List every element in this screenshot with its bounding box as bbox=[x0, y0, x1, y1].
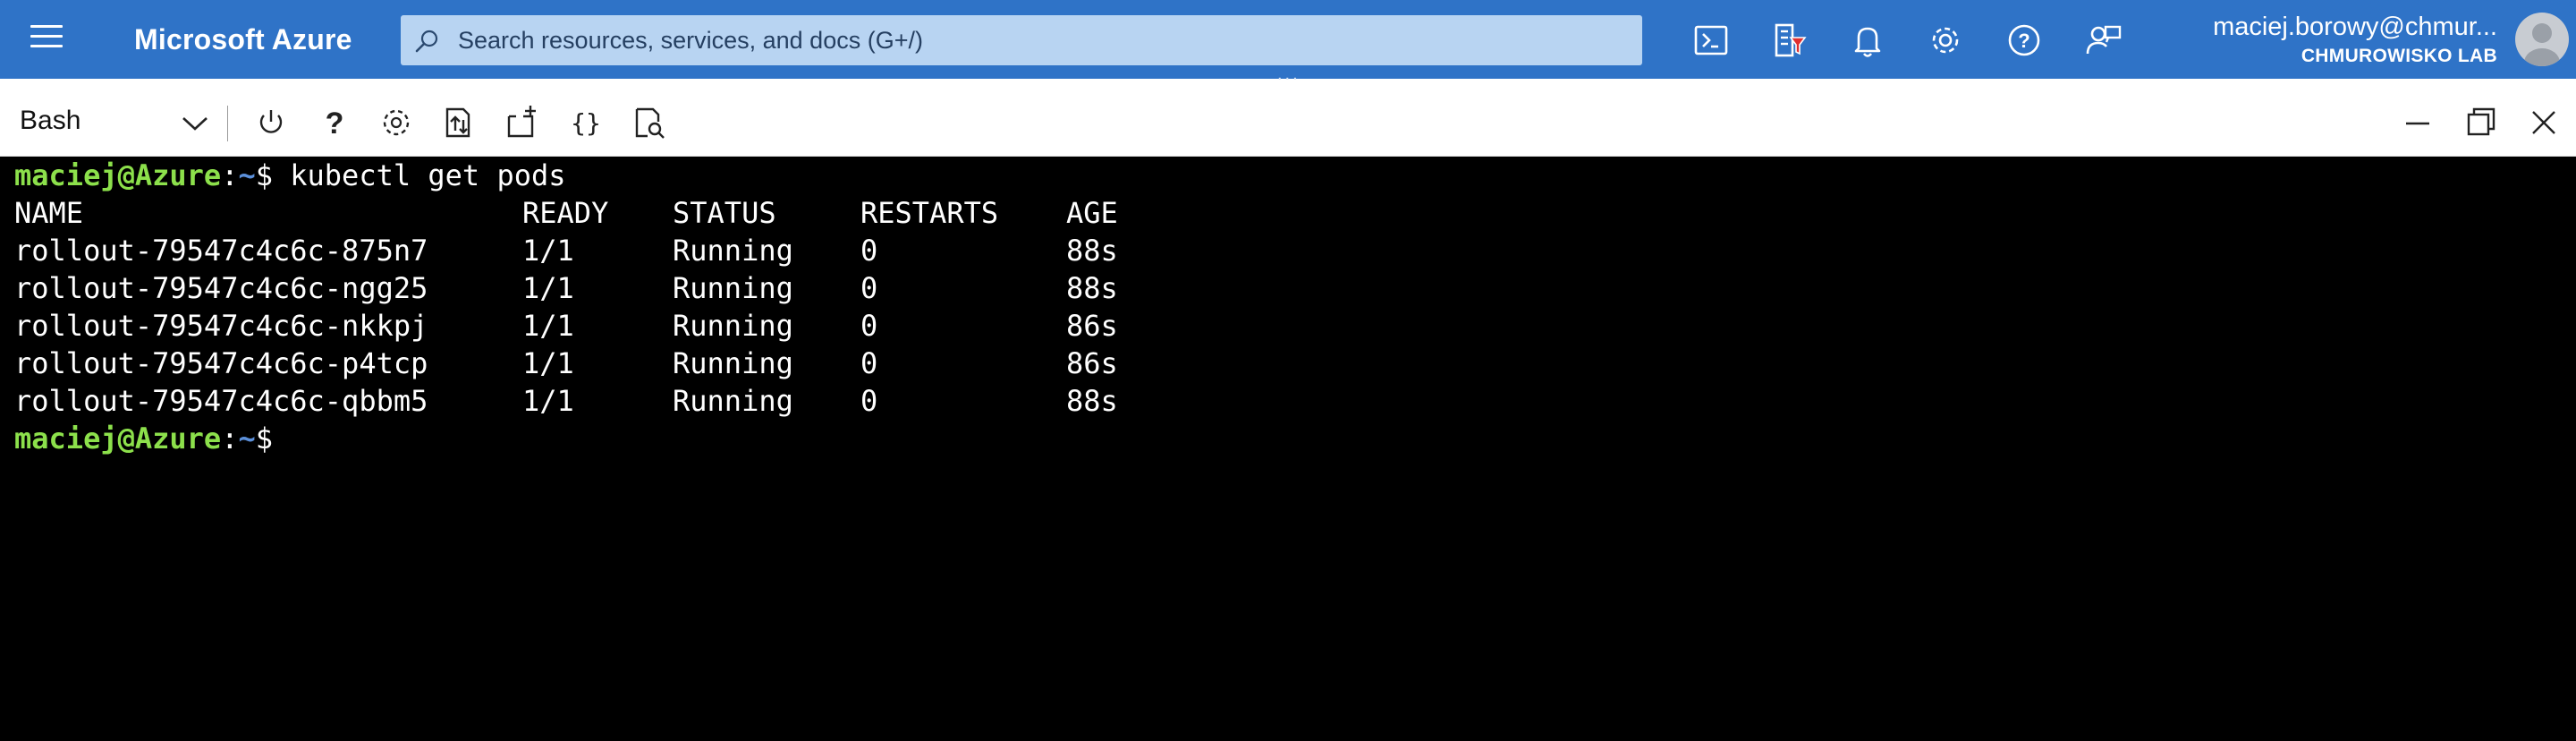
user-directory: CHMUROWISKO LAB bbox=[2301, 46, 2497, 66]
pod-status: Running bbox=[673, 309, 793, 343]
gear-icon[interactable] bbox=[1923, 18, 1968, 63]
prompt-separator: : bbox=[221, 158, 239, 192]
web-preview-icon[interactable] bbox=[631, 104, 669, 141]
terminal-prompt-line: maciej@Azure:~$ kubectl get pods bbox=[14, 158, 566, 192]
pod-age: 88s bbox=[1066, 271, 1118, 305]
help-icon[interactable]: ? bbox=[316, 104, 353, 141]
svg-text:{}: {} bbox=[571, 108, 601, 138]
terminal[interactable]: maciej@Azure:~$ kubectl get pods NAME RE… bbox=[0, 157, 2576, 741]
bell-icon[interactable] bbox=[1845, 18, 1890, 63]
pod-restarts: 0 bbox=[860, 384, 878, 418]
terminal-command: kubectl get pods bbox=[272, 158, 566, 192]
directory-filter-icon[interactable] bbox=[1767, 18, 1812, 63]
pod-ready: 1/1 bbox=[522, 384, 574, 418]
pod-status: Running bbox=[673, 346, 793, 380]
pod-name: rollout-79547c4c6c-nkkpj bbox=[14, 309, 428, 343]
prompt-user: maciej@Azure bbox=[14, 422, 222, 456]
pod-restarts: 0 bbox=[860, 271, 878, 305]
col-header-name: NAME bbox=[14, 196, 84, 230]
shell-toolbar: Bash ? {} bbox=[0, 89, 2576, 157]
brand-title[interactable]: Microsoft Azure bbox=[134, 23, 352, 56]
col-header-age: AGE bbox=[1066, 196, 1118, 230]
shell-select[interactable]: Bash bbox=[20, 106, 209, 141]
chevron-down-icon bbox=[182, 117, 208, 131]
col-header-ready: READY bbox=[522, 196, 609, 230]
prompt-path: ~ bbox=[238, 422, 256, 456]
cloud-shell-icon[interactable] bbox=[1689, 18, 1733, 63]
maximize-icon[interactable] bbox=[2462, 104, 2499, 141]
pod-age: 86s bbox=[1066, 309, 1118, 343]
search-input[interactable] bbox=[458, 15, 1621, 65]
pod-name: rollout-79547c4c6c-p4tcp bbox=[14, 346, 428, 380]
menu-icon[interactable] bbox=[30, 25, 63, 52]
prompt-symbol: $ bbox=[255, 158, 273, 192]
open-new-session-icon[interactable] bbox=[504, 104, 541, 141]
panel-resize-strip[interactable]: ... bbox=[0, 64, 2576, 89]
restart-icon[interactable] bbox=[252, 104, 290, 141]
terminal-prompt-line: maciej@Azure:~$ bbox=[14, 422, 273, 456]
col-header-status: STATUS bbox=[673, 196, 776, 230]
pod-name: rollout-79547c4c6c-875n7 bbox=[14, 234, 428, 268]
pod-name: rollout-79547c4c6c-qbbm5 bbox=[14, 384, 428, 418]
upload-download-icon[interactable] bbox=[440, 104, 478, 141]
pod-restarts: 0 bbox=[860, 309, 878, 343]
pod-ready: 1/1 bbox=[522, 234, 574, 268]
pod-restarts: 0 bbox=[860, 346, 878, 380]
svg-text:?: ? bbox=[326, 106, 344, 141]
resize-handle[interactable]: ... bbox=[1277, 64, 1301, 85]
pod-ready: 1/1 bbox=[522, 271, 574, 305]
prompt-separator: : bbox=[221, 422, 239, 456]
close-icon[interactable] bbox=[2525, 104, 2563, 141]
editor-braces-icon[interactable]: {} bbox=[567, 104, 605, 141]
col-header-restarts: RESTARTS bbox=[860, 196, 999, 230]
search-icon bbox=[415, 30, 438, 53]
pod-ready: 1/1 bbox=[522, 309, 574, 343]
pod-ready: 1/1 bbox=[522, 346, 574, 380]
pod-status: Running bbox=[673, 271, 793, 305]
prompt-user: maciej@Azure bbox=[14, 158, 222, 192]
pod-age: 88s bbox=[1066, 234, 1118, 268]
account-info[interactable]: maciej.borowy@chmur... CHMUROWISKO LAB bbox=[2213, 13, 2497, 67]
pod-age: 86s bbox=[1066, 346, 1118, 380]
prompt-symbol: $ bbox=[255, 422, 273, 456]
feedback-icon[interactable] bbox=[2080, 18, 2125, 63]
settings-icon[interactable] bbox=[377, 104, 415, 141]
avatar[interactable] bbox=[2515, 13, 2569, 66]
search-box[interactable] bbox=[401, 15, 1642, 65]
help-icon[interactable]: ? bbox=[2002, 18, 2046, 63]
pod-status: Running bbox=[673, 234, 793, 268]
svg-text:?: ? bbox=[2018, 30, 2029, 52]
pod-restarts: 0 bbox=[860, 234, 878, 268]
user-email: maciej.borowy@chmur... bbox=[2213, 13, 2497, 41]
pod-status: Running bbox=[673, 384, 793, 418]
pod-name: rollout-79547c4c6c-ngg25 bbox=[14, 271, 428, 305]
minimize-icon[interactable] bbox=[2399, 104, 2436, 141]
prompt-path: ~ bbox=[238, 158, 256, 192]
pod-age: 88s bbox=[1066, 384, 1118, 418]
shell-select-value: Bash bbox=[20, 106, 81, 135]
toolbar-divider bbox=[227, 106, 228, 141]
